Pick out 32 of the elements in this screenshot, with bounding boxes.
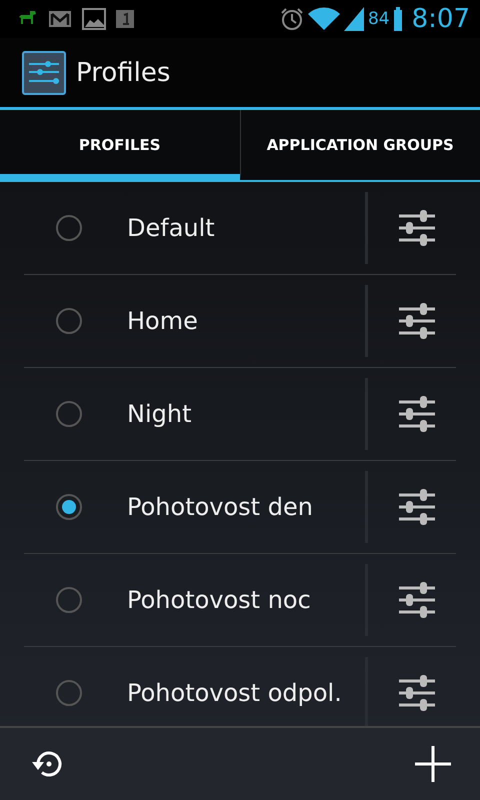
clock-time: 8:07 [412,4,470,34]
radio-button[interactable] [56,308,82,334]
mail-icon [48,10,72,28]
tab[interactable]: APPLICATION GROUPS [240,110,480,180]
profile-name[interactable]: Default [127,214,365,242]
settings-icon[interactable] [398,488,436,526]
screen-title: Profiles [76,58,170,88]
profile-name[interactable]: Pohotovost den [127,493,365,521]
profile-name[interactable]: Home [127,307,365,335]
battery-icon [394,7,402,31]
settings-icon[interactable] [398,395,436,433]
radio-button[interactable] [56,401,82,427]
add-icon[interactable] [414,745,452,783]
settings-icon[interactable] [398,209,436,247]
battery-level-text: 84 [368,9,390,29]
settings-icon[interactable] [398,302,436,340]
image-icon [82,8,106,30]
profile-name[interactable]: Pohotovost odpol. [127,679,365,707]
radio-button[interactable] [56,494,82,520]
radio-button[interactable] [56,215,82,241]
profile-name[interactable]: Pohotovost noc [127,586,365,614]
tab[interactable]: PROFILES [0,110,240,180]
profile-name[interactable]: Night [127,400,365,428]
sliders-app-icon[interactable] [22,50,66,94]
radio-button[interactable] [56,587,82,613]
calendar-icon [116,10,134,28]
radio-button[interactable] [56,680,82,706]
settings-icon[interactable] [398,581,436,619]
wifi-icon [308,7,340,31]
alarm-clock-icon [280,7,304,31]
settings-icon[interactable] [398,674,436,712]
signal-icon [344,7,364,31]
